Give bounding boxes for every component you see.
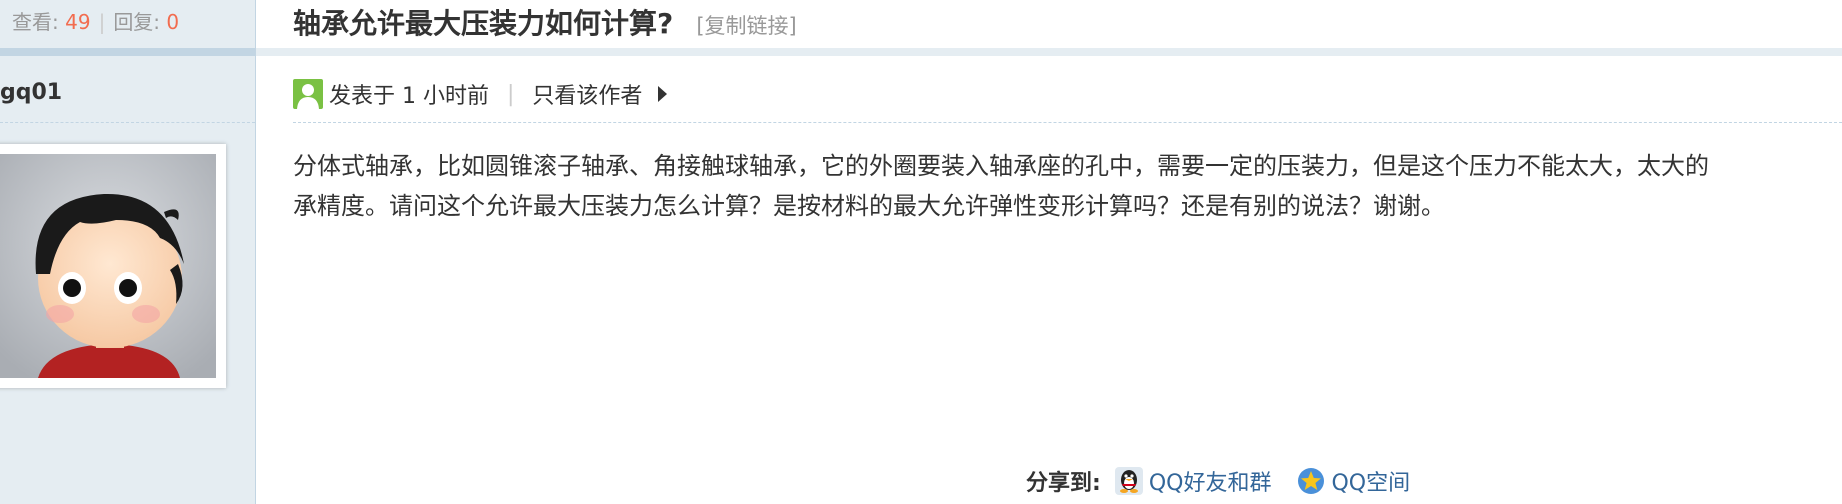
- meta-separator: |: [506, 81, 515, 107]
- post-sidebar: 查看: 49 | 回复: 0 gq01: [0, 0, 256, 504]
- replies-count: 0: [166, 10, 180, 34]
- share-qzone-button[interactable]: QQ空间: [1297, 465, 1410, 497]
- user-icon: [293, 79, 323, 109]
- qq-penguin-icon: [1114, 467, 1143, 495]
- stats-separator: |: [98, 10, 106, 34]
- author-username[interactable]: gq01: [0, 80, 62, 105]
- copy-link-button[interactable]: [复制链接]: [696, 14, 796, 38]
- author-only-link[interactable]: 只看该作者: [532, 78, 642, 110]
- post-body: 分体式轴承，比如圆锥滚子轴承、角接触球轴承，它的外圈要装入轴承座的孔中，需要一定…: [293, 146, 1842, 226]
- content-dashed-divider: [293, 122, 1842, 123]
- share-bar: 分享到: QQ好友和群 QQ空间: [1026, 465, 1410, 497]
- post-meta: 发表于 1 小时前 | 只看该作者: [293, 78, 668, 110]
- thread-stats: 查看: 49 | 回复: 0: [12, 6, 179, 35]
- sidebar-dashed-divider: [0, 122, 255, 123]
- thread-title-row: 轴承允许最大压装力如何计算? [复制链接]: [293, 2, 797, 42]
- thread-title: 轴承允许最大压装力如何计算?: [293, 7, 674, 40]
- views-count: 49: [65, 10, 91, 34]
- avatar[interactable]: [0, 144, 226, 388]
- views-label: 查看:: [12, 10, 59, 34]
- qzone-label: QQ空间: [1331, 471, 1411, 496]
- qzone-star-icon: [1298, 468, 1325, 494]
- triangle-right-icon[interactable]: [658, 86, 668, 102]
- post-body-line: 承精度。请问这个允许最大压装力怎么计算？是按材料的最大允许弹性变形计算吗？还是有…: [293, 192, 1445, 220]
- sidebar-divider-bar: [0, 48, 255, 56]
- share-label: 分享到:: [1026, 471, 1101, 496]
- post-time: 发表于 1 小时前: [329, 84, 489, 109]
- avatar-cartoon-boy-icon: [0, 154, 216, 378]
- share-qq-friends-button[interactable]: QQ好友和群: [1114, 465, 1272, 497]
- qq-friends-label: QQ好友和群: [1148, 471, 1272, 496]
- header-divider-bar: [256, 48, 1842, 56]
- post-body-line: 分体式轴承，比如圆锥滚子轴承、角接触球轴承，它的外圈要装入轴承座的孔中，需要一定…: [293, 152, 1709, 180]
- replies-label: 回复:: [113, 10, 161, 34]
